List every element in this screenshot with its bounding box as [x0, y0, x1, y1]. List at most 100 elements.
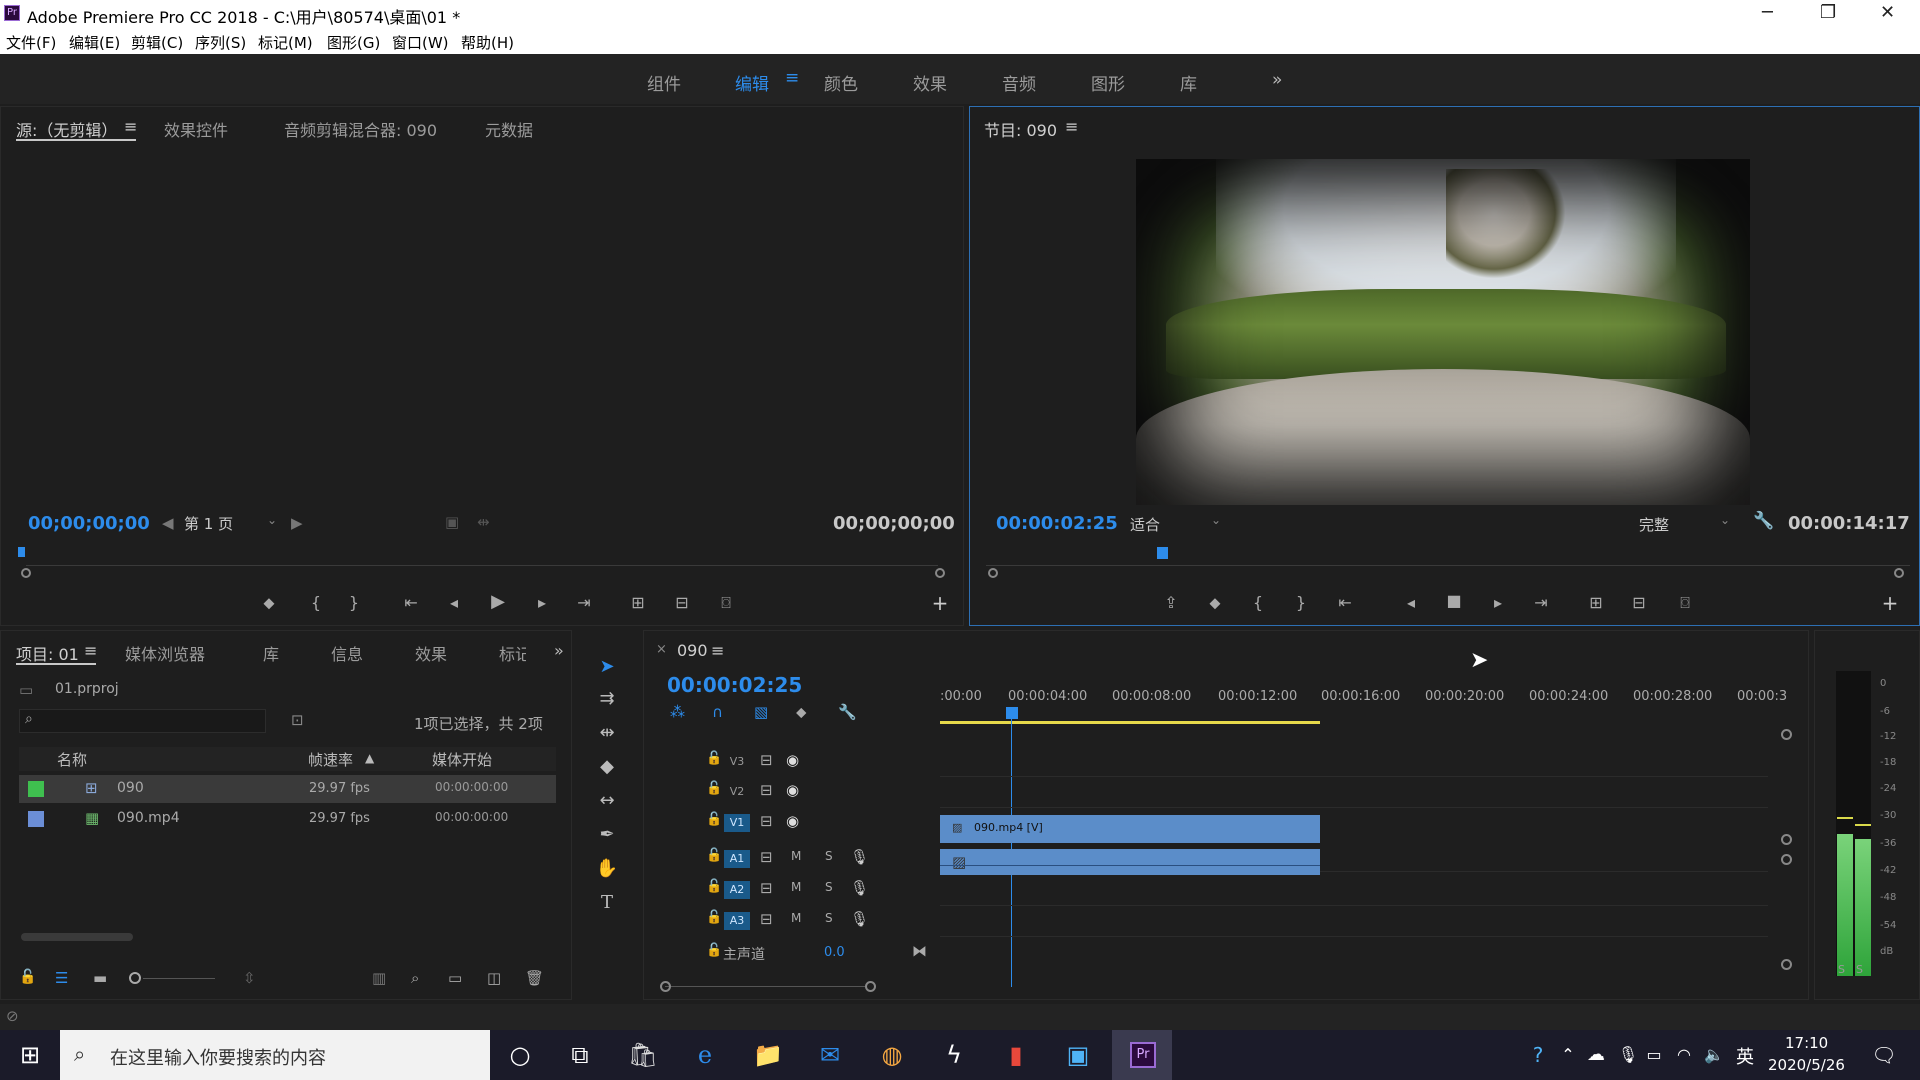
source-playhead[interactable] — [18, 547, 25, 557]
more-panels-icon[interactable]: » — [554, 641, 564, 660]
icon-view-icon[interactable]: ▬ — [93, 969, 107, 987]
list-view-icon[interactable]: ☰ — [55, 969, 68, 987]
mail-icon[interactable]: ✉ — [802, 1030, 858, 1080]
sort-icon[interactable]: ⇳ — [243, 969, 256, 987]
column-name[interactable]: 名称 — [57, 749, 87, 770]
master-volume[interactable]: 0.0 — [824, 945, 845, 960]
workspace-assembly[interactable]: 组件 — [647, 70, 681, 95]
app-icon[interactable]: ϟ — [926, 1030, 982, 1080]
label-color-swatch[interactable] — [28, 781, 44, 797]
store-icon[interactable]: 🛍 — [615, 1030, 671, 1080]
program-playhead[interactable] — [1157, 547, 1168, 559]
vscroll-handle-bottom[interactable] — [1781, 959, 1792, 970]
wrench-icon[interactable]: 🔧 — [1753, 511, 1774, 531]
item-name[interactable]: 090 — [117, 780, 144, 796]
microphone-icon[interactable]: 🎙 — [850, 910, 869, 928]
overwrite-icon[interactable]: ⊟ — [671, 593, 693, 612]
go-to-in-icon[interactable]: ⇤ — [1334, 593, 1356, 612]
program-video-frame[interactable] — [1136, 159, 1750, 505]
sync-lock-icon[interactable]: ⊟ — [760, 812, 773, 830]
column-media-start[interactable]: 媒体开始 — [432, 749, 492, 770]
track-label[interactable]: V3 — [724, 753, 750, 771]
menu-edit[interactable]: 编辑(E) — [69, 32, 120, 53]
lock-icon[interactable]: 🔓 — [706, 910, 722, 925]
close-sequence-icon[interactable]: × — [656, 642, 667, 657]
stop-icon[interactable]: ■ — [1443, 591, 1465, 610]
table-row[interactable]: ⊞ 090 29.97 fps 00:00:00:00 — [19, 775, 556, 803]
zoom-slider-handle[interactable] — [129, 972, 141, 984]
solo-button[interactable]: S — [825, 849, 833, 863]
eye-icon[interactable]: ◉ — [786, 751, 799, 769]
selection-tool-icon[interactable]: ➤ — [594, 656, 620, 682]
workspace-graphics[interactable]: 图形 — [1091, 70, 1125, 95]
step-back-icon[interactable]: ◂ — [443, 593, 465, 612]
mute-button[interactable]: M — [791, 880, 801, 894]
step-forward-icon[interactable]: ▸ — [531, 593, 553, 612]
zoom-slider[interactable] — [143, 978, 215, 979]
step-forward-icon[interactable]: ▸ — [1487, 593, 1509, 612]
menu-window[interactable]: 窗口(W) — [392, 32, 449, 53]
timeline-timecode[interactable]: 00:00:02:25 — [667, 673, 802, 697]
lift-icon[interactable]: ⇪ — [1160, 593, 1182, 612]
tab-effect-controls[interactable]: 效果控件 — [164, 117, 228, 141]
menu-help[interactable]: 帮助(H) — [461, 32, 514, 53]
drag-video-icon[interactable]: ▣ — [445, 513, 459, 531]
microphone-icon[interactable]: 🎙 — [850, 879, 869, 897]
zoom-handle-left[interactable] — [21, 568, 31, 578]
tab-effects[interactable]: 效果 — [415, 641, 447, 665]
quality-select[interactable]: 完整 — [1639, 514, 1669, 535]
restore-button[interactable]: ❐ — [1820, 2, 1836, 23]
button-editor-icon[interactable]: + — [929, 591, 951, 615]
menu-graphics[interactable]: 图形(G) — [327, 32, 380, 53]
pen-tool-icon[interactable]: ✒ — [594, 824, 620, 850]
menu-clip[interactable]: 剪辑(C) — [131, 32, 183, 53]
browser-icon[interactable]: ◍ — [864, 1030, 920, 1080]
lock-icon[interactable]: 🔓 — [706, 848, 722, 863]
mute-button[interactable]: M — [791, 849, 801, 863]
track-label[interactable]: V1 — [724, 814, 750, 832]
trash-icon[interactable]: 🗑 — [525, 969, 544, 987]
play-icon[interactable]: ▶ — [487, 591, 509, 612]
mark-out-icon[interactable]: } — [1290, 593, 1312, 612]
clock-date[interactable]: 2020/5/26 — [1768, 1056, 1845, 1074]
workspace-libraries[interactable]: 库 — [1180, 70, 1197, 95]
next-page-icon[interactable]: ▶ — [291, 514, 303, 532]
lock-icon[interactable]: 🔓 — [706, 812, 722, 827]
find-icon[interactable]: ⌕ — [411, 969, 419, 987]
project-menu-icon[interactable]: ≡ — [84, 641, 97, 660]
sync-lock-icon[interactable]: ⊟ — [760, 781, 773, 799]
file-explorer-icon[interactable]: 📁 — [740, 1030, 796, 1080]
workspace-editing[interactable]: 编辑 — [735, 70, 769, 95]
export-frame-icon[interactable]: ⌼ — [715, 593, 737, 613]
tab-metadata[interactable]: 元数据 — [485, 117, 533, 141]
audio-clip[interactable]: ▨ — [940, 849, 1320, 875]
vscroll-handle-mid[interactable] — [1781, 834, 1792, 845]
task-view-icon[interactable]: ⧉ — [552, 1030, 608, 1080]
ime-indicator[interactable]: 英 — [1736, 1043, 1754, 1069]
label-color-swatch[interactable] — [28, 811, 44, 827]
lock-icon[interactable]: 🔓 — [706, 879, 722, 894]
video-app-icon[interactable]: ▣ — [1050, 1030, 1106, 1080]
ripple-edit-tool-icon[interactable]: ⇹ — [594, 722, 620, 748]
button-editor-icon[interactable]: + — [1879, 591, 1901, 615]
sequence-menu-icon[interactable]: ≡ — [711, 641, 724, 660]
program-timecode[interactable]: 00:00:02:25 — [996, 513, 1118, 534]
automate-sequence-icon[interactable]: ▥ — [372, 969, 386, 987]
column-fps[interactable]: 帧速率 — [308, 749, 353, 770]
tab-program[interactable]: 节目: 090 — [984, 117, 1057, 141]
mute-button[interactable]: M — [791, 911, 801, 925]
track-label[interactable]: A1 — [724, 850, 750, 868]
fit-select[interactable]: 适合 — [1130, 514, 1160, 535]
workspace-effects[interactable]: 效果 — [913, 70, 947, 95]
track-select-tool-icon[interactable]: ⇉ — [594, 688, 620, 714]
edge-icon[interactable]: e — [677, 1030, 733, 1080]
source-menu-icon[interactable]: ≡ — [124, 117, 137, 136]
tab-media-browser[interactable]: 媒体浏览器 — [125, 641, 205, 665]
zoom-handle-right[interactable] — [865, 981, 876, 992]
export-frame-icon[interactable]: ⌼ — [1674, 593, 1696, 613]
volume-icon[interactable]: 🔈 — [1686, 1030, 1742, 1080]
lock-icon[interactable]: 🔓 — [706, 751, 722, 766]
lift-edit-icon[interactable]: ⊞ — [1585, 593, 1607, 612]
tab-project[interactable]: 项目: 01 — [16, 641, 79, 665]
microphone-icon[interactable]: 🎙 — [850, 848, 869, 866]
